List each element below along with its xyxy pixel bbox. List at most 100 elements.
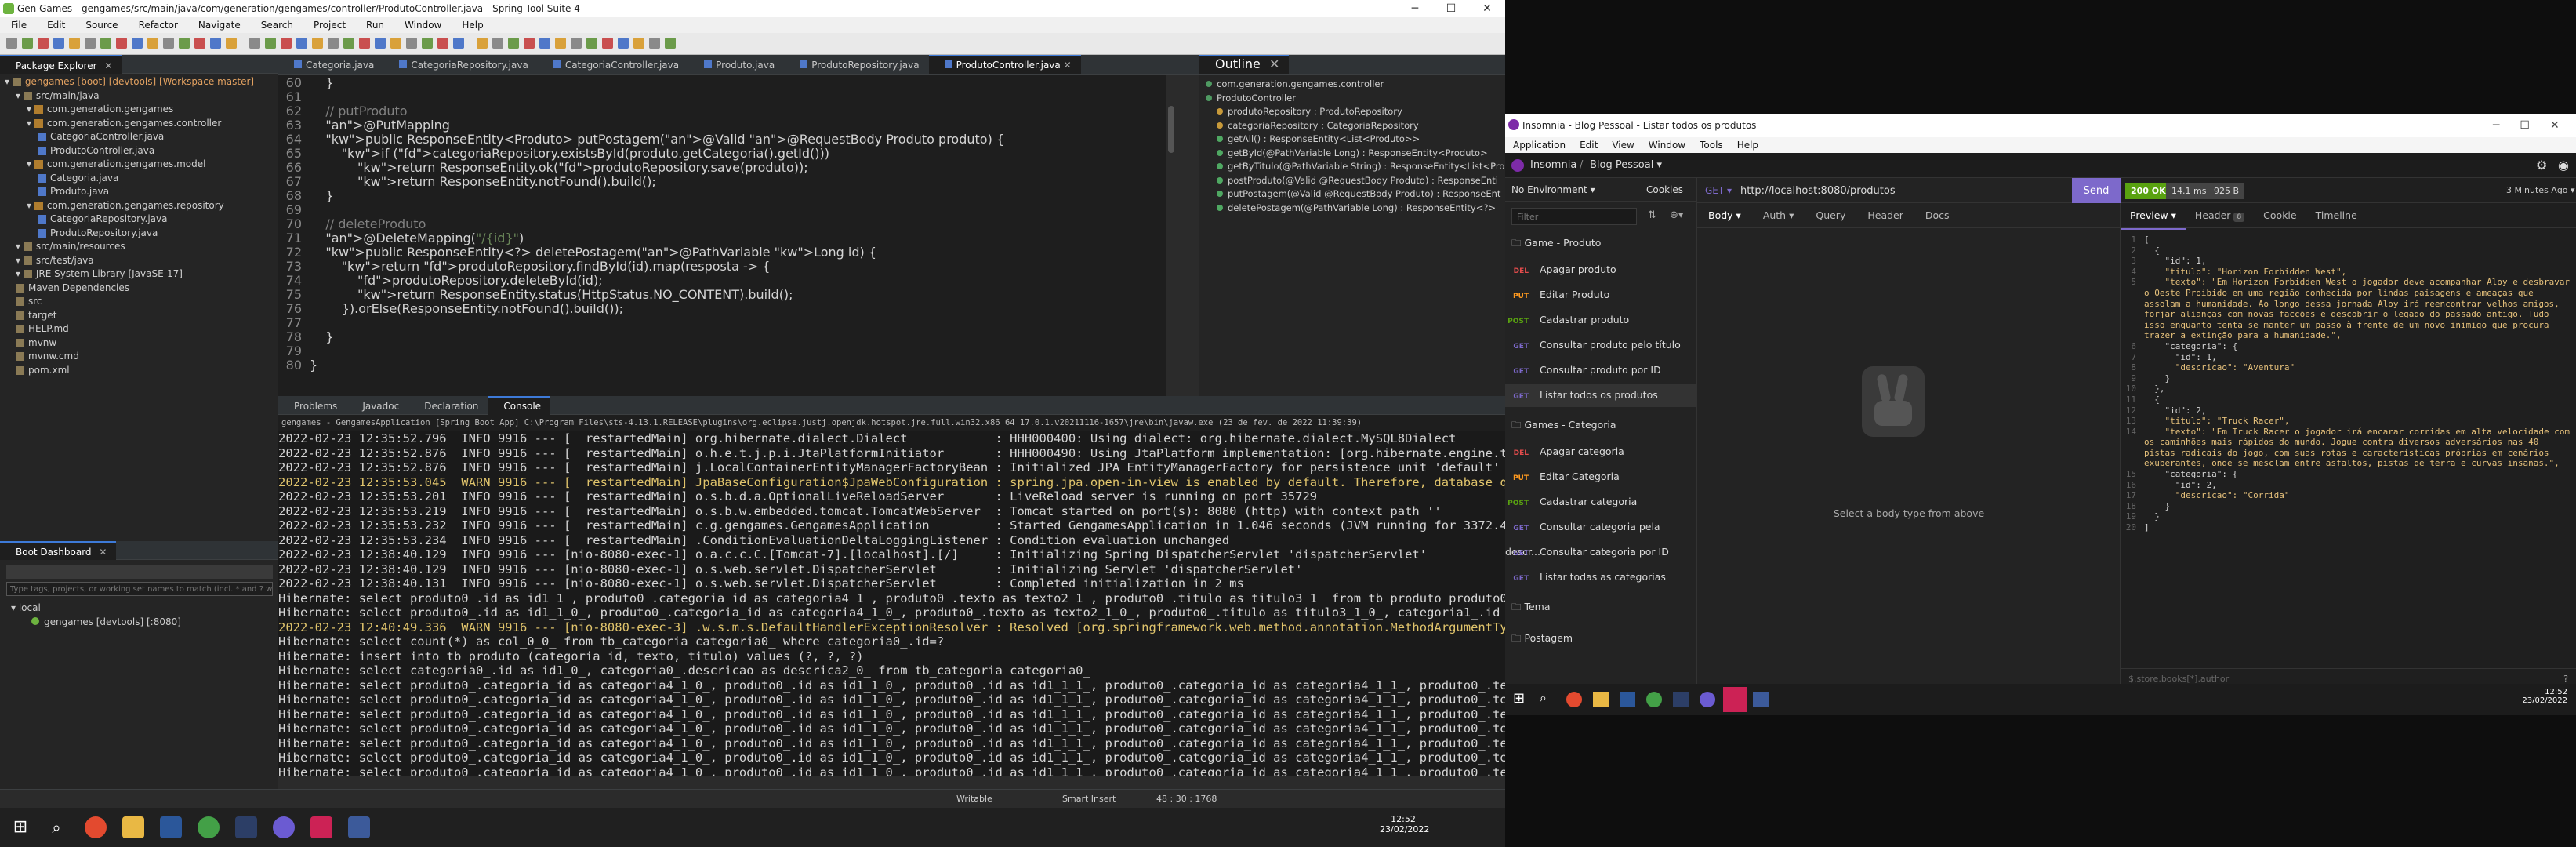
menu-help[interactable]: Help bbox=[1729, 137, 1765, 153]
menu-edit[interactable]: Edit bbox=[1572, 137, 1604, 153]
toolbar-button[interactable] bbox=[296, 38, 307, 49]
tab-timeline[interactable]: Timeline bbox=[2306, 203, 2367, 228]
search-icon[interactable]: ⌕ bbox=[1540, 690, 1547, 706]
editor-tab[interactable]: CategoriaRepository.java bbox=[383, 56, 537, 75]
tab-auth[interactable]: Auth ▾ bbox=[1752, 203, 1805, 228]
tree-item[interactable]: ▾ src/main/java bbox=[5, 89, 254, 104]
toolbar-button[interactable] bbox=[492, 38, 503, 49]
toolbar-button[interactable] bbox=[539, 38, 550, 49]
toolbar-button[interactable] bbox=[53, 38, 64, 49]
toolbar-button[interactable] bbox=[437, 38, 448, 49]
menu-run[interactable]: Run bbox=[355, 17, 394, 33]
toolbar-button[interactable] bbox=[328, 38, 339, 49]
folder[interactable]: 🗀 Game - Produto bbox=[1511, 231, 1697, 255]
dashboard-filter-input[interactable] bbox=[6, 582, 273, 596]
history-dropdown[interactable]: 3 Minutes Ago ▾ bbox=[2506, 185, 2575, 195]
menu-window[interactable]: Window bbox=[394, 17, 451, 33]
tab-package-explorer[interactable]: Package Explorer ✕ bbox=[0, 55, 122, 74]
menu-application[interactable]: Application bbox=[1505, 137, 1572, 153]
chrome-icon[interactable] bbox=[85, 816, 107, 838]
expand-icon[interactable]: ▾ bbox=[16, 90, 24, 101]
tree-item[interactable]: ▾ com.generation.gengames.model bbox=[5, 158, 254, 172]
close-icon[interactable]: ✕ bbox=[1269, 56, 1279, 71]
url-input[interactable] bbox=[1740, 182, 2062, 199]
tab-outline[interactable]: Outline ✕ bbox=[1199, 55, 1290, 74]
toolbar-button[interactable] bbox=[22, 38, 33, 49]
menu-window[interactable]: Window bbox=[1641, 137, 1692, 153]
toolbar-button[interactable] bbox=[100, 38, 111, 49]
tree-item[interactable]: ▾ JRE System Library [JavaSE-17] bbox=[5, 267, 254, 282]
console-output[interactable]: 2022-02-23 12:35:52.796 INFO 9916 --- [ … bbox=[278, 431, 1505, 776]
eclipse-icon[interactable] bbox=[1700, 692, 1715, 707]
expand-icon[interactable]: ▾ bbox=[27, 118, 34, 129]
tab-boot-dashboard[interactable]: Boot Dashboard ✕ bbox=[0, 541, 117, 560]
outline-item[interactable]: com.generation.gengames.controller bbox=[1206, 78, 1505, 92]
tab-header[interactable]: Header 8 bbox=[2186, 203, 2254, 230]
tree-item[interactable]: ▾ src/test/java bbox=[5, 254, 254, 268]
toolbar-button[interactable] bbox=[571, 38, 582, 49]
outline-item[interactable]: deletePostagem(@PathVariable Long) : Res… bbox=[1206, 202, 1505, 216]
toolbar-button[interactable] bbox=[147, 38, 158, 49]
menu-tools[interactable]: Tools bbox=[1692, 137, 1729, 153]
account-icon[interactable]: ◉ bbox=[2558, 158, 2569, 173]
outline-item[interactable]: ProdutoController bbox=[1206, 92, 1505, 106]
toolbar-button[interactable] bbox=[665, 38, 676, 49]
toolbar-button[interactable] bbox=[508, 38, 519, 49]
send-button[interactable]: Send bbox=[2072, 178, 2121, 203]
close-icon[interactable]: ✕ bbox=[1061, 60, 1072, 71]
tab-body[interactable]: Body ▾ bbox=[1697, 203, 1752, 228]
toolbar-button[interactable] bbox=[618, 38, 629, 49]
gear-icon[interactable]: ⚙ bbox=[2536, 158, 2547, 173]
menu-source[interactable]: Source bbox=[74, 17, 127, 33]
toolbar-button[interactable] bbox=[555, 38, 566, 49]
tree-item[interactable]: ▾ com.generation.gengames bbox=[5, 103, 254, 117]
editor-tab[interactable]: ProdutoController.java ✕ bbox=[928, 55, 1081, 74]
tree-item[interactable]: ProdutoController.java bbox=[5, 144, 254, 158]
sts-taskbar-icon[interactable] bbox=[1753, 692, 1769, 707]
outline-item[interactable]: categoriaRepository : CategoriaRepositor… bbox=[1206, 119, 1505, 133]
toolbar-button[interactable] bbox=[179, 38, 190, 49]
tab-console[interactable]: Console bbox=[488, 396, 551, 415]
menu-search[interactable]: Search bbox=[250, 17, 303, 33]
tab-header[interactable]: Header bbox=[1856, 203, 1914, 228]
toolbar-button[interactable] bbox=[265, 38, 276, 49]
request-item[interactable]: GET Listar todas as categorias bbox=[1505, 565, 1697, 589]
request-item[interactable]: GET Consultar produto pelo título bbox=[1505, 333, 1697, 357]
word-icon[interactable] bbox=[160, 816, 182, 838]
tab-docs[interactable]: Docs bbox=[1914, 203, 1961, 228]
tree-item[interactable]: HELP.md bbox=[5, 322, 254, 336]
tree-item[interactable]: ▾ src/main/resources bbox=[5, 240, 254, 254]
tab-preview[interactable]: Preview ▾ bbox=[2121, 203, 2186, 230]
toolbar-button[interactable] bbox=[6, 38, 17, 49]
environment-select[interactable]: No Environment ▾ bbox=[1511, 178, 1595, 202]
breadcrumb-project[interactable]: Blog Pessoal ▾ bbox=[1590, 159, 1662, 171]
toolbar-button[interactable] bbox=[586, 38, 597, 49]
toolbar-button[interactable] bbox=[422, 38, 433, 49]
toolbar-button[interactable] bbox=[524, 38, 535, 49]
app-icon[interactable] bbox=[198, 816, 220, 838]
tab-cookie[interactable]: Cookie bbox=[2254, 203, 2306, 228]
toolbar-button[interactable] bbox=[390, 38, 401, 49]
expand-icon[interactable]: ▾ bbox=[27, 200, 34, 211]
menu-view[interactable]: View bbox=[1604, 137, 1640, 153]
tab-query[interactable]: Query bbox=[1805, 203, 1856, 228]
toolbar-button[interactable] bbox=[453, 38, 464, 49]
search-icon[interactable]: ⌕ bbox=[45, 816, 67, 838]
request-item[interactable]: GET Listar todos os produtos bbox=[1505, 384, 1697, 407]
request-item[interactable]: GET Consultar categoria por ID bbox=[1505, 540, 1697, 564]
editor-tab[interactable]: Produto.java bbox=[688, 56, 784, 75]
request-item[interactable]: GET Consultar produto por ID bbox=[1505, 358, 1697, 382]
breadcrumb-root[interactable]: Insomnia bbox=[1530, 159, 1576, 171]
toolbar-button[interactable] bbox=[649, 38, 660, 49]
toolbar-button[interactable] bbox=[477, 38, 488, 49]
window-controls[interactable]: ─☐✕ bbox=[2493, 114, 2571, 137]
request-item[interactable]: POST Cadastrar categoria bbox=[1505, 490, 1697, 514]
toolbar-button[interactable] bbox=[194, 38, 205, 49]
menu-project[interactable]: Project bbox=[303, 17, 355, 33]
toolbar-button[interactable] bbox=[85, 38, 96, 49]
toolbar-button[interactable] bbox=[375, 38, 386, 49]
menu-help[interactable]: Help bbox=[451, 17, 492, 33]
outline-item[interactable]: postProduto(@Valid @RequestBody Produto)… bbox=[1206, 174, 1505, 188]
folder[interactable]: 🗀 Games - Categoria bbox=[1511, 413, 1697, 437]
tree-item[interactable]: ▾ com.generation.gengames.controller bbox=[5, 117, 254, 131]
